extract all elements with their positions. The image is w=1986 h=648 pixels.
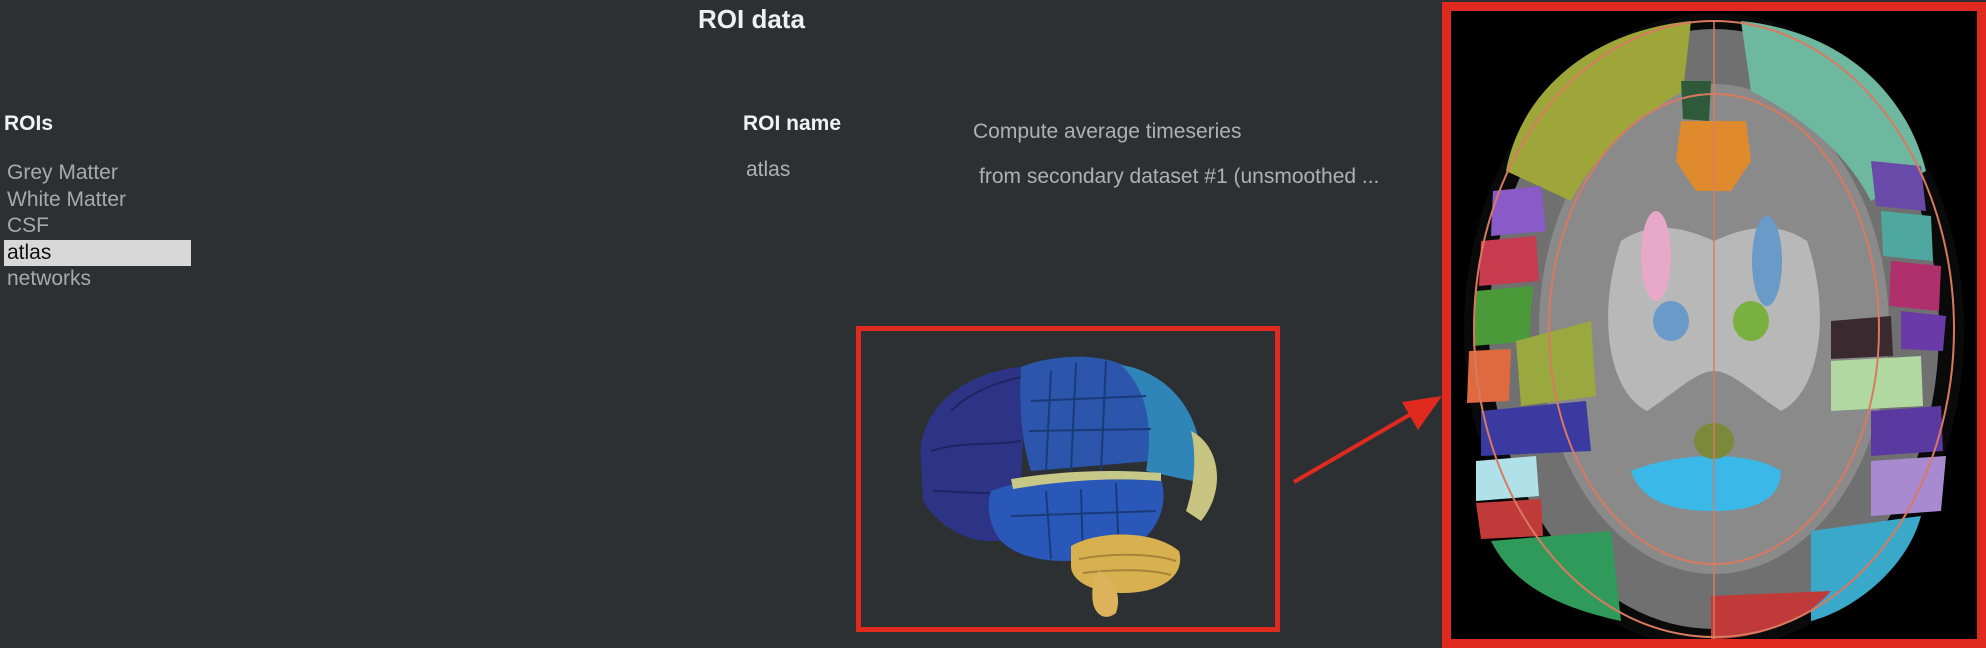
brain-3d-render-image [920, 356, 1218, 617]
compute-timeseries-label: Compute average timeseries [973, 120, 1242, 143]
roi-item-csf[interactable]: CSF [4, 213, 191, 240]
roi-name-header: ROI name [743, 112, 842, 135]
rois-header: ROIs [4, 112, 54, 135]
roi-item-grey-matter[interactable]: Grey Matter [4, 160, 191, 187]
roi-item-atlas[interactable]: atlas [4, 239, 191, 266]
connector-arrow-icon [1292, 396, 1442, 484]
page-title: ROI data [698, 4, 805, 34]
roi-item-white-matter[interactable]: White Matter [4, 187, 191, 214]
roi-list[interactable]: Grey Matter White Matter CSF atlas netwo… [4, 160, 191, 293]
axial-slice-image [1464, 13, 1964, 639]
timeseries-source-select[interactable]: from secondary dataset #1 (unsmoothed ..… [979, 165, 1379, 189]
roi-name-field[interactable]: atlas [746, 158, 790, 182]
axial-slice-panel[interactable] [1442, 2, 1986, 648]
brain-3d-render-panel[interactable] [856, 326, 1280, 632]
roi-item-networks[interactable]: networks [4, 266, 191, 293]
